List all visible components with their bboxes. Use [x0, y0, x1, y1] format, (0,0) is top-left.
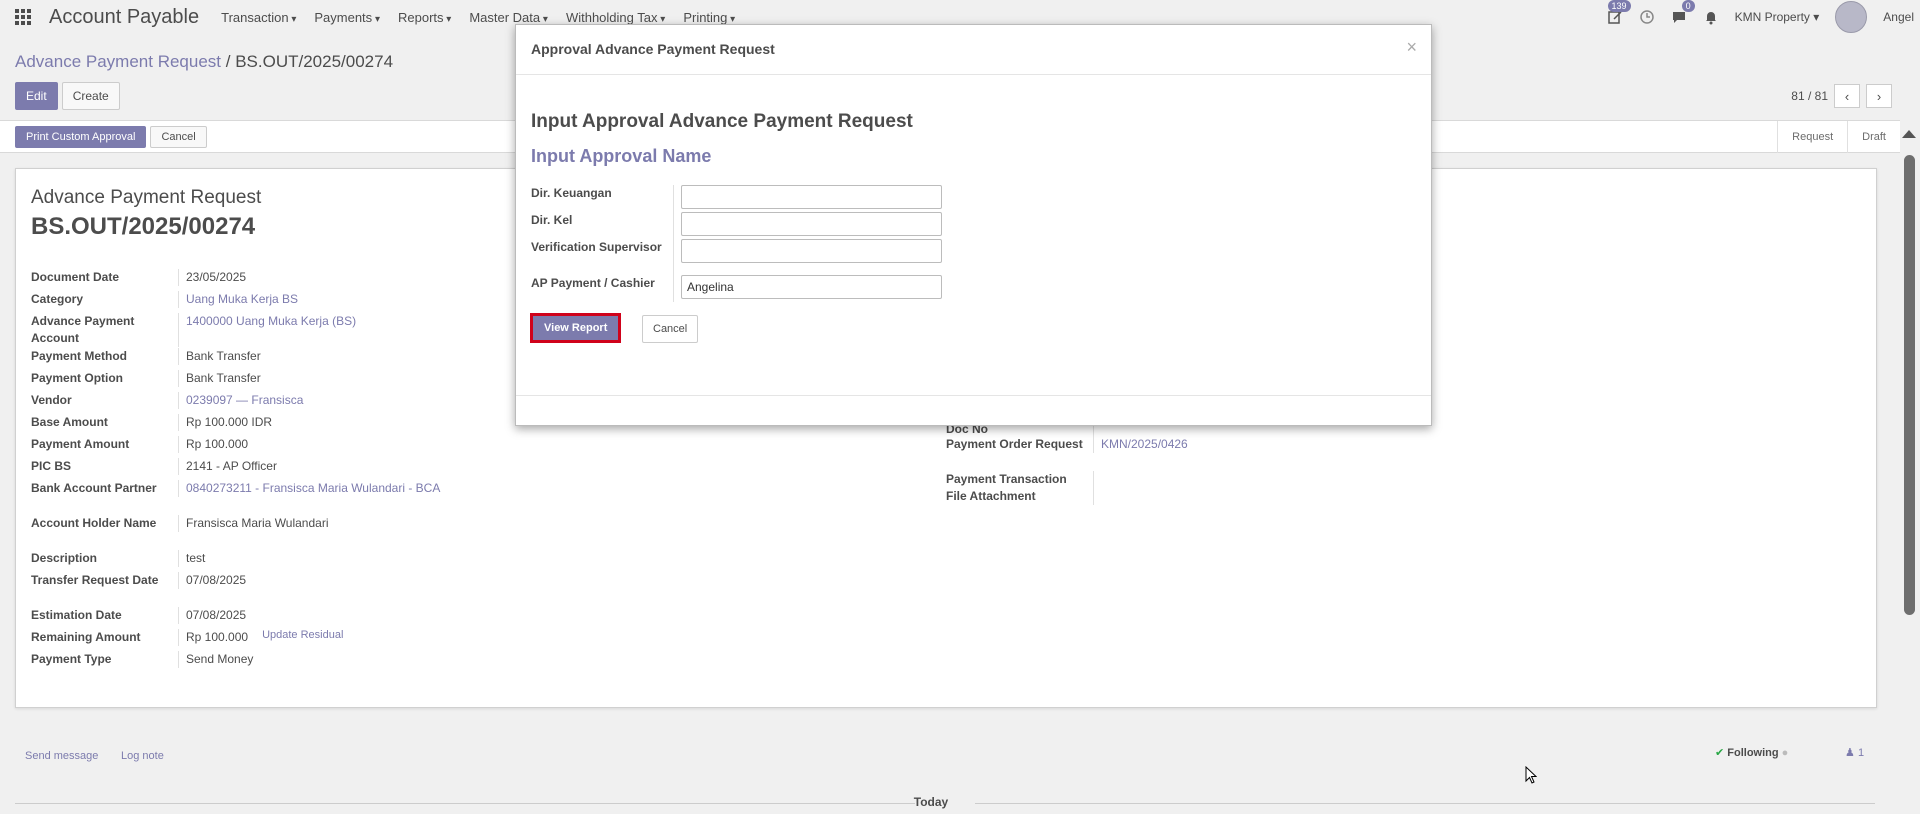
field-label: Verification Supervisor	[531, 239, 674, 275]
field-label: Dir. Keuangan	[531, 185, 674, 212]
dir-keuangan-input[interactable]	[681, 185, 942, 209]
field-label: AP Payment / Cashier	[531, 275, 674, 302]
verification-supervisor-input[interactable]	[681, 239, 942, 263]
field-ap-payment-cashier: AP Payment / Cashier	[531, 275, 942, 302]
dialog-title: Approval Advance Payment Request	[531, 41, 775, 57]
field-verification-supervisor: Verification Supervisor	[531, 239, 942, 275]
ap-payment-cashier-input[interactable]	[681, 275, 942, 299]
dialog-subheading: Input Approval Name	[531, 146, 712, 166]
dialog-heading: Input Approval Advance Payment Request	[531, 111, 913, 132]
field-label: Dir. Kel	[531, 212, 674, 239]
dir-kel-input[interactable]	[681, 212, 942, 236]
dialog-footer-divider	[516, 395, 1431, 396]
field-dir-kel: Dir. Kel	[531, 212, 942, 239]
view-report-button[interactable]: View Report	[530, 313, 622, 343]
field-dir-keuangan: Dir. Keuangan	[531, 185, 942, 212]
dialog-header: Approval Advance Payment Request ×	[516, 25, 1431, 75]
close-icon[interactable]: ×	[1406, 37, 1417, 58]
dialog-cancel-button[interactable]: Cancel	[642, 315, 699, 343]
approval-dialog: Approval Advance Payment Request × Input…	[515, 24, 1432, 426]
